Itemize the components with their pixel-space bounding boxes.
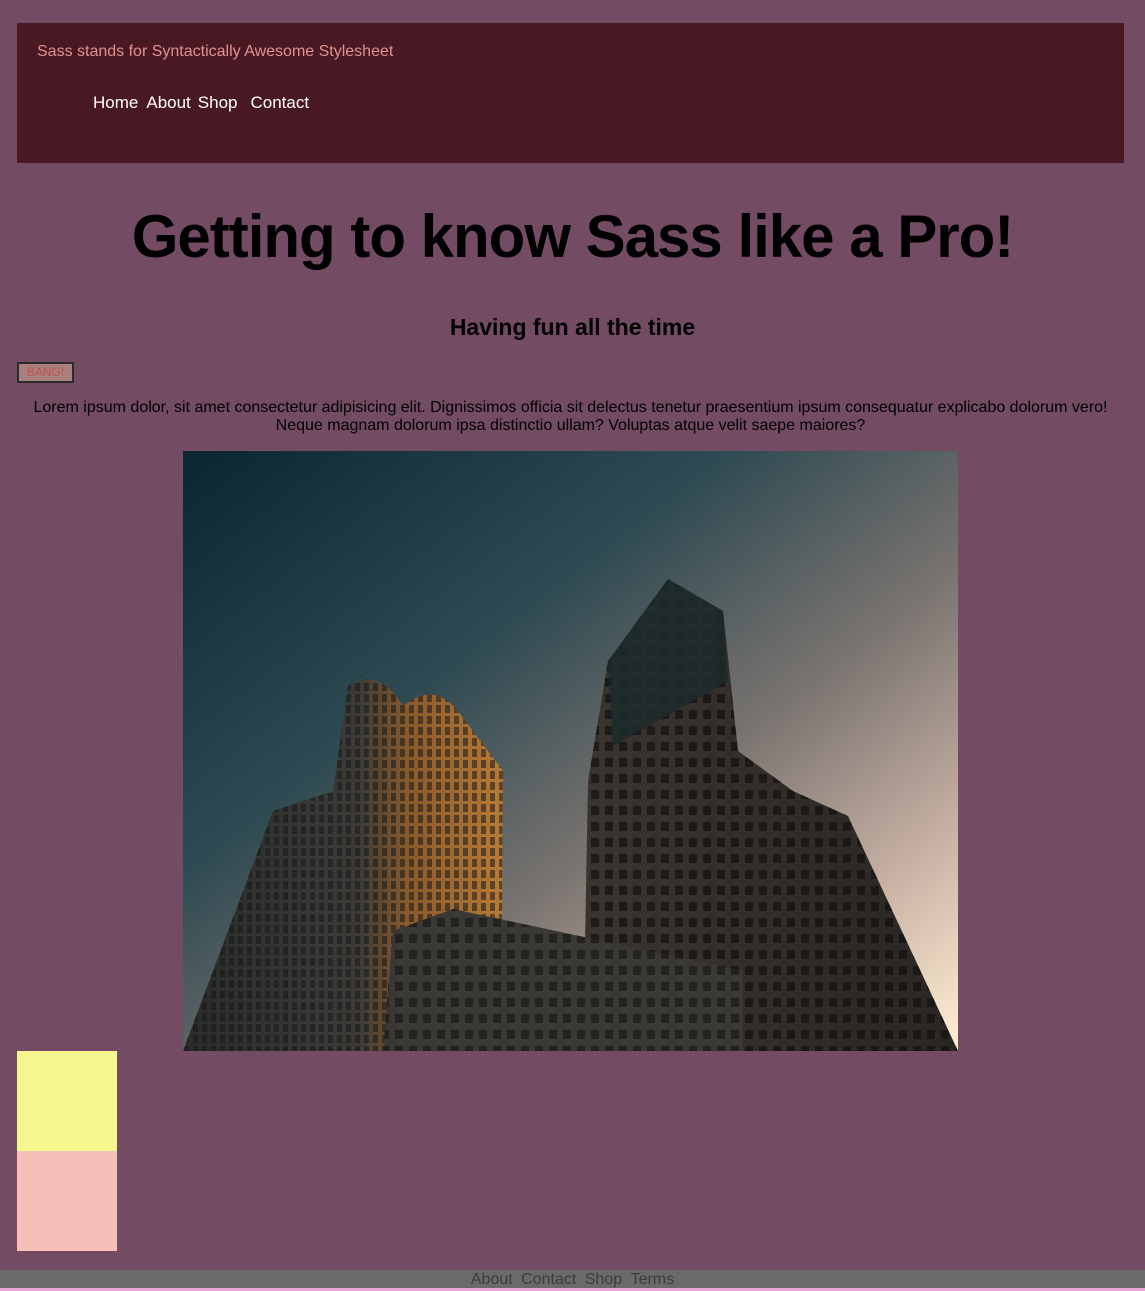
nav-about[interactable]: About bbox=[146, 93, 190, 113]
site-footer: About Contact Shop Terms bbox=[0, 1270, 1145, 1288]
nav-contact[interactable]: Contact bbox=[251, 93, 310, 113]
bang-button[interactable]: BANG! bbox=[17, 362, 74, 383]
footer-link-about[interactable]: About bbox=[471, 1271, 513, 1288]
skyscrapers-photo bbox=[183, 451, 958, 1051]
pink-box bbox=[17, 1151, 117, 1251]
nav-shop[interactable]: Shop bbox=[198, 93, 238, 113]
footer-link-shop[interactable]: Shop bbox=[585, 1271, 622, 1288]
yellow-box bbox=[17, 1051, 117, 1151]
main-nav: Home About Shop Contact bbox=[93, 93, 309, 113]
nav-home[interactable]: Home bbox=[93, 93, 138, 113]
site-tagline: Sass stands for Syntactically Awesome St… bbox=[37, 43, 394, 60]
page-title: Getting to know Sass like a Pro! bbox=[131, 203, 1015, 270]
page-subtitle: Having fun all the time bbox=[449, 314, 696, 340]
intro-paragraph: Lorem ipsum dolor, sit amet consectetur … bbox=[33, 399, 1108, 434]
footer-link-contact[interactable]: Contact bbox=[521, 1271, 576, 1288]
site-header: Sass stands for Syntactically Awesome St… bbox=[17, 23, 1124, 163]
footer-link-terms[interactable]: Terms bbox=[631, 1271, 675, 1288]
